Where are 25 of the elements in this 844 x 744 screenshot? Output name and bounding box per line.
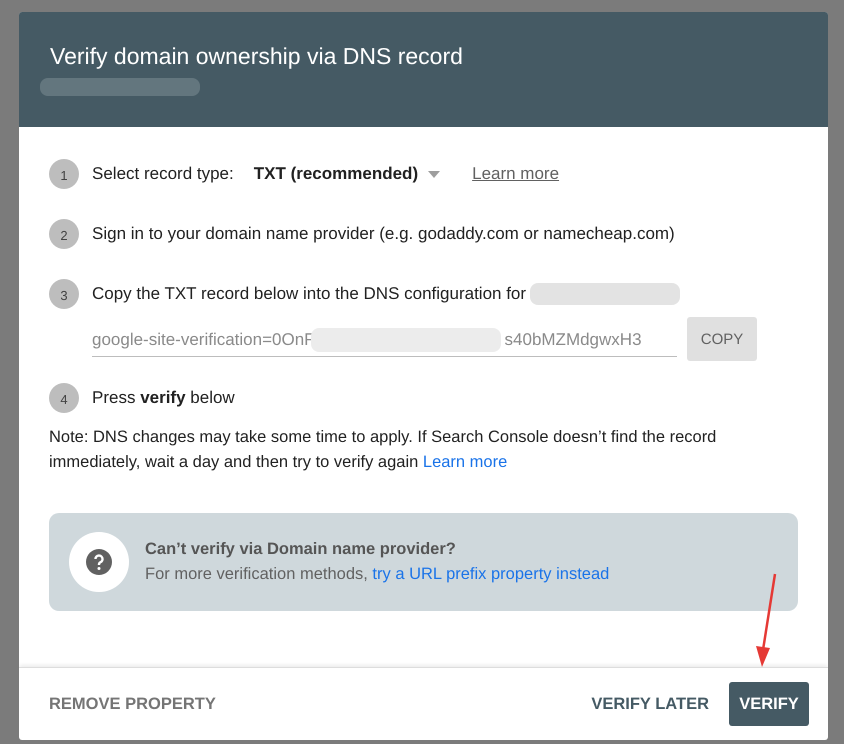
record-text: s40bMZMdgwxH3 (504, 330, 642, 350)
learn-more-link[interactable]: Learn more (422, 453, 508, 471)
step-number: 1 (49, 159, 79, 189)
record-field[interactable]: google-site-verification=0OnF s40bMZMdgwxH3 (92, 322, 677, 356)
step-text: Sign in to your domain name provider (e.g. godaddy.com or namecheap.com) (92, 224, 675, 244)
dialog-title: Verify domain ownership via DNS record (50, 43, 464, 70)
step-number: 2 (49, 219, 79, 249)
text-button[interactable]: VERIFY LATER (581, 682, 719, 726)
learn-more-link[interactable]: Learn more (472, 164, 560, 184)
copy-button[interactable]: COPY (687, 317, 757, 361)
step-number: 3 (49, 279, 79, 309)
step-text: Copy the TXT record below into the DNS configuration for (92, 284, 526, 304)
record-text: google-site-verification=0OnF (92, 330, 315, 350)
help-text: For more verification methods, try a URL prefix property instead (145, 565, 610, 584)
text-button[interactable]: REMOVE PROPERTY (49, 682, 226, 726)
step-text: Select record type: (92, 164, 234, 184)
help-title: Can’t verify via Domain name provider? (145, 540, 457, 559)
verify-button[interactable]: VERIFY (729, 682, 809, 726)
url-prefix-link[interactable]: try a URL prefix property instead (372, 565, 610, 583)
record-type-dropdown[interactable]: TXT (recommended) (254, 164, 440, 184)
step-number: 4 (49, 383, 79, 413)
step-text: Press verify below (92, 388, 235, 408)
note-text: Note: DNS changes may take some time to apply. If Search Console doesn’t find the record immediately, wait a day and then try to verify again Learn more (49, 427, 718, 473)
caret-icon (428, 170, 440, 178)
help-icon (86, 549, 112, 575)
